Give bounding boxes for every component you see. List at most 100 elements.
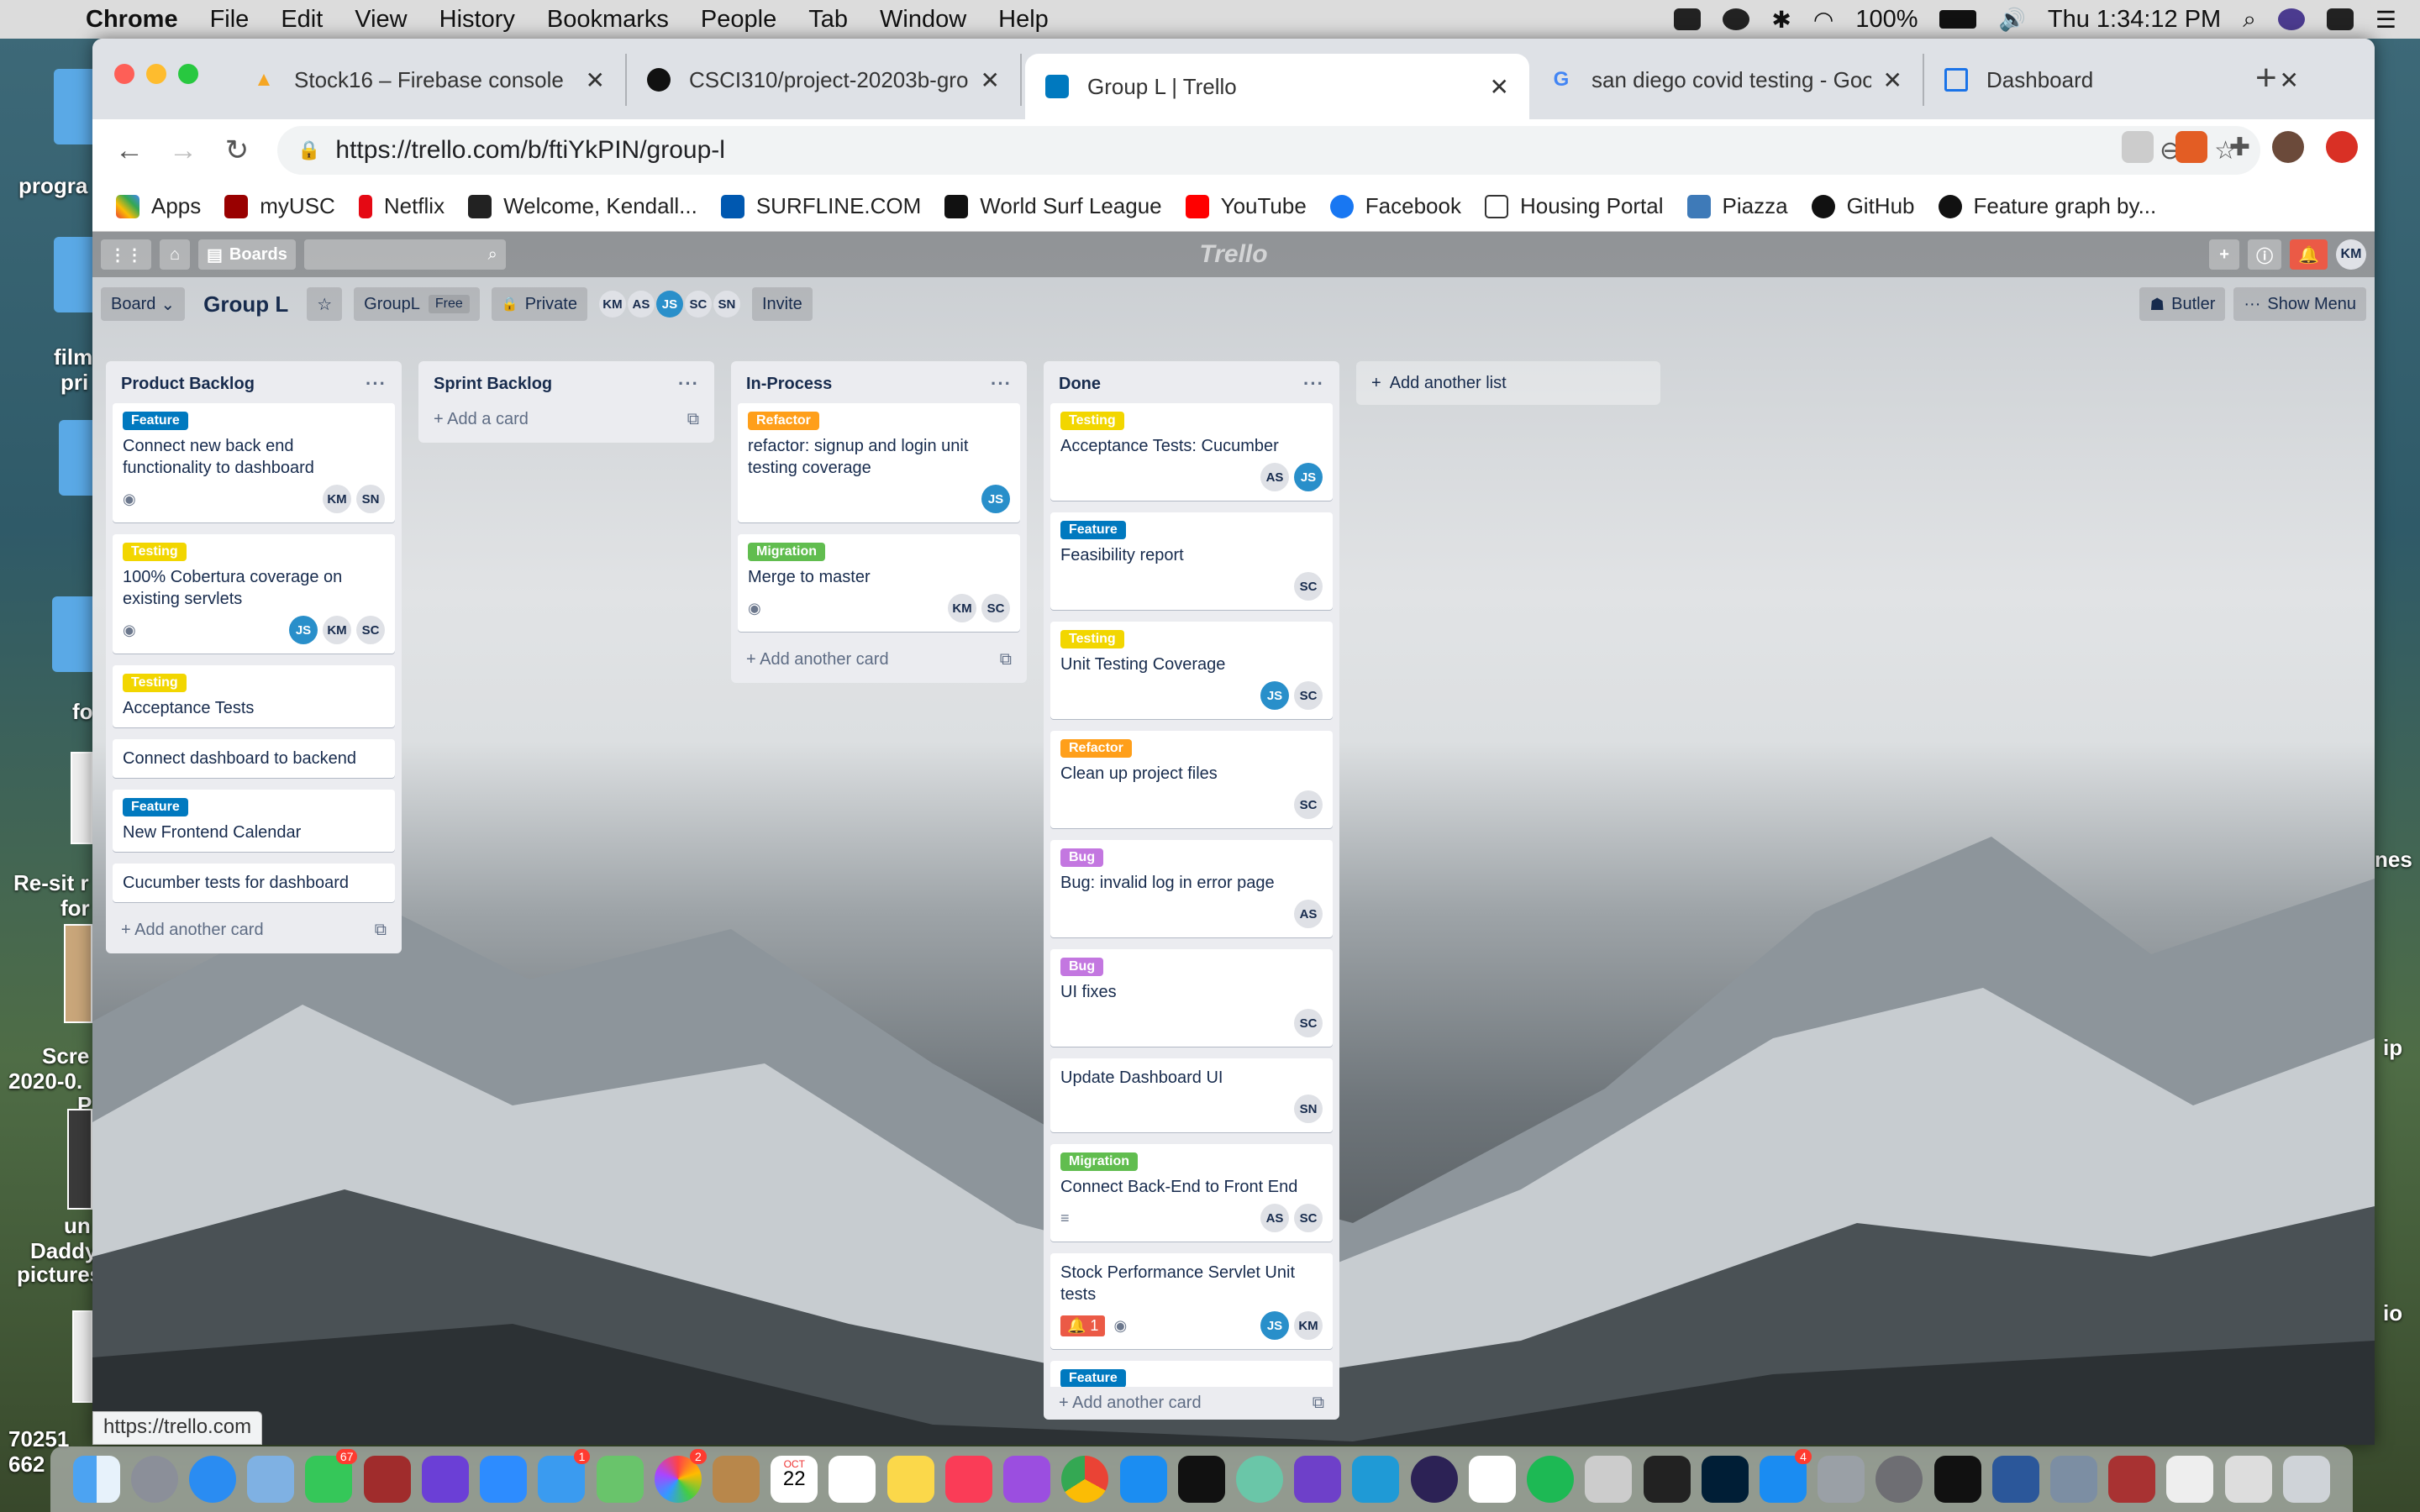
list-title[interactable]: In-Process (746, 375, 832, 394)
extension-icon[interactable] (2121, 131, 2154, 163)
card[interactable]: Cucumber tests for dashboard (113, 864, 395, 902)
puzzle-extensions-icon[interactable]: ✚ (2229, 133, 2250, 162)
bookmark-netflix[interactable]: Netflix (358, 193, 445, 219)
list-header[interactable]: Done ··· (1050, 361, 1333, 403)
launchpad-icon[interactable] (130, 1456, 178, 1503)
tab-github[interactable]: CSCI310/project-20203b-grou ✕ (627, 54, 1022, 106)
member-avatar[interactable]: SC (1294, 681, 1323, 710)
trash-icon[interactable] (2282, 1456, 2330, 1503)
tool-icon[interactable] (1585, 1456, 1633, 1503)
card[interactable]: Refactor Clean up project files SC (1050, 731, 1333, 828)
member-avatar[interactable]: JS (1260, 681, 1289, 710)
board-view-switcher[interactable]: Board ⌄ (101, 287, 186, 321)
bookmark-blackboard[interactable]: Welcome, Kendall... (468, 193, 697, 219)
app-store-icon[interactable]: 4 (1759, 1449, 1812, 1503)
home-icon[interactable]: ⌂ (160, 239, 190, 270)
member-avatar[interactable]: SN (356, 485, 385, 513)
maps-icon[interactable] (596, 1456, 644, 1503)
member-avatar[interactable]: SN (1294, 1095, 1323, 1123)
calendar-icon[interactable]: OCT 22 (771, 1456, 818, 1503)
card[interactable]: Testing Acceptance Tests: Cucumber AS JS (1050, 403, 1333, 501)
tab-firebase[interactable]: ▲ Stock16 – Firebase console ✕ (232, 54, 627, 106)
trello-logo[interactable]: Trello (1199, 240, 1267, 269)
add-card-button[interactable]: + Add another card ⧉ (738, 643, 1020, 676)
zoom-icon[interactable] (480, 1456, 528, 1503)
board-title[interactable]: Group L (197, 291, 295, 318)
member-avatar[interactable]: KM (598, 291, 626, 318)
card[interactable]: Testing Unit Testing Coverage JS SC (1050, 622, 1333, 719)
list-header[interactable]: In-Process ··· (738, 361, 1020, 403)
bookmark-youtube[interactable]: YouTube (1185, 193, 1307, 219)
reload-icon[interactable]: ↻ (210, 134, 264, 167)
spotify-icon[interactable] (1527, 1456, 1575, 1503)
tab-trello[interactable]: Group L | Trello ✕ (1025, 54, 1529, 119)
menu-window[interactable]: Window (880, 6, 966, 34)
app-icon[interactable] (1643, 1456, 1691, 1503)
visibility-button[interactable]: 🔒 Private (491, 287, 587, 321)
bookmark-apps[interactable]: Apps (116, 193, 201, 219)
add-card-button[interactable]: + Add a card ⧉ (425, 403, 708, 436)
system-preferences-icon[interactable] (1876, 1456, 1923, 1503)
imovie-icon[interactable] (421, 1456, 469, 1503)
mail-icon[interactable]: 1 (538, 1449, 591, 1503)
member-avatar[interactable]: SC (1294, 572, 1323, 601)
minimize-window-button[interactable] (146, 64, 166, 84)
slack-icon[interactable] (1468, 1456, 1516, 1503)
member-avatar[interactable]: KM (948, 594, 976, 622)
add-card-button[interactable]: + Add another card ⧉ (1050, 1387, 1333, 1420)
menu-view[interactable]: View (355, 6, 407, 34)
member-avatar[interactable]: SC (981, 594, 1010, 622)
lock-icon[interactable]: 🔒 (297, 139, 320, 161)
profile-avatar[interactable] (2272, 131, 2304, 163)
forward-arrow-icon[interactable]: → (156, 134, 210, 167)
bookmark-feature-graph[interactable]: Feature graph by... (1938, 193, 2156, 219)
card[interactable]: Bug Bug: invalid log in error page AS (1050, 840, 1333, 937)
card[interactable]: Refactor refactor: signup and login unit … (738, 403, 1020, 522)
list-menu-icon[interactable]: ··· (366, 373, 387, 395)
menu-tab[interactable]: Tab (808, 6, 848, 34)
contacts-icon[interactable] (713, 1456, 760, 1503)
notes-icon[interactable] (886, 1456, 934, 1503)
siri-icon[interactable] (2277, 8, 2305, 30)
image-thumbnail[interactable] (67, 1109, 92, 1210)
downloads-stack-icon[interactable] (2166, 1456, 2214, 1503)
card[interactable]: Bug UI fixes SC (1050, 949, 1333, 1047)
member-avatar[interactable]: SC (1294, 1204, 1323, 1232)
member-avatar[interactable]: JS (1260, 1311, 1289, 1340)
card[interactable]: Connect dashboard to backend (113, 739, 395, 778)
list-header[interactable]: Product Backlog ··· (113, 361, 395, 403)
card[interactable]: Testing 100% Cobertura coverage on existi… (113, 534, 395, 654)
user-avatar[interactable]: KM (2336, 239, 2366, 270)
messages-icon[interactable]: 67 (305, 1449, 358, 1503)
maximize-window-button[interactable] (178, 64, 198, 84)
add-list-button[interactable]: + Add another list (1356, 361, 1660, 405)
member-avatar[interactable]: SC (1294, 790, 1323, 819)
card[interactable]: Migration Connect Back-End to Front End ≡ A… (1050, 1144, 1333, 1242)
card-template-icon[interactable]: ⧉ (687, 410, 699, 429)
preview-icon[interactable] (247, 1456, 295, 1503)
creative-cloud-icon[interactable] (1723, 8, 1750, 30)
url-text[interactable]: https://trello.com/b/ftiYkPIN/group-l (335, 136, 725, 165)
menu-app[interactable]: Chrome (86, 6, 178, 34)
butler-button[interactable]: ☗ Butler (2139, 287, 2226, 321)
wifi-icon[interactable]: ◠ (1813, 6, 1833, 34)
document-thumbnail[interactable] (72, 1310, 92, 1403)
member-avatar[interactable]: JS (981, 485, 1010, 513)
member-avatar[interactable]: JS (1294, 463, 1323, 491)
card[interactable]: Migration Merge to master ◉ KM SC (738, 534, 1020, 632)
card[interactable]: Update Dashboard UI SN (1050, 1058, 1333, 1132)
clock[interactable]: Thu 1:34:12 PM (2048, 6, 2221, 34)
card[interactable]: Testing Acceptance Tests (113, 665, 395, 727)
close-tab-icon[interactable]: ✕ (2280, 66, 2299, 94)
member-avatar[interactable]: SN (713, 291, 740, 318)
menu-edit[interactable]: Edit (281, 6, 323, 34)
menu-help[interactable]: Help (998, 6, 1049, 34)
card[interactable]: Stock Performance Servlet Unit tests 🔔 1 ◉… (1050, 1253, 1333, 1349)
close-tab-icon[interactable]: ✕ (1883, 66, 1902, 94)
utility-icon[interactable] (1818, 1456, 1865, 1503)
document-thumbnail[interactable] (71, 752, 92, 844)
pycharm-icon[interactable] (1177, 1456, 1225, 1503)
github-desktop-icon[interactable] (1294, 1456, 1342, 1503)
apps-grid-icon[interactable]: ⋮⋮ (101, 239, 151, 270)
new-tab-button[interactable]: + (2255, 57, 2277, 99)
